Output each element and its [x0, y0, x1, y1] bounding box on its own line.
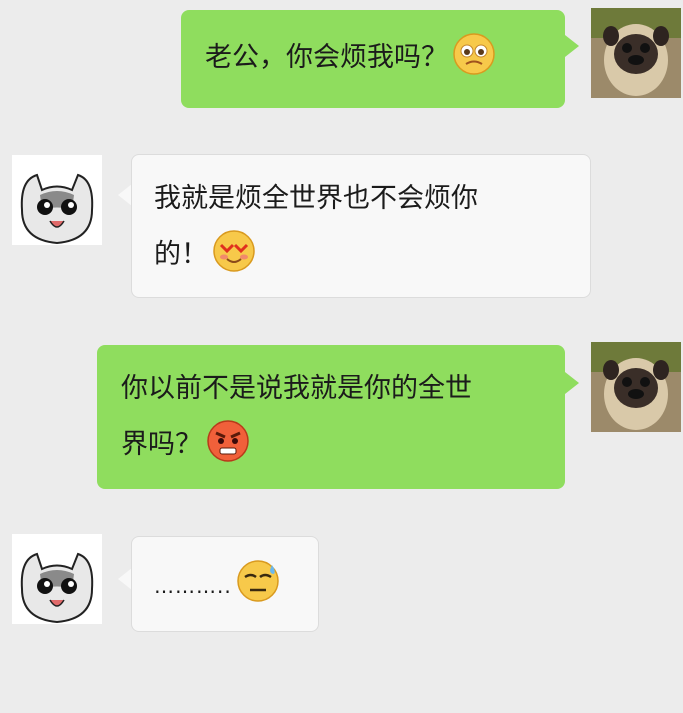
- bubble-tail: [118, 184, 132, 206]
- message-bubble-outgoing[interactable]: 你以前不是说我就是你的全世 界吗？: [97, 345, 565, 489]
- sweat-face-icon: [236, 559, 280, 603]
- pug-avatar[interactable]: [591, 8, 681, 98]
- bubble-tail: [118, 568, 132, 590]
- pug-avatar[interactable]: [591, 342, 681, 432]
- bubble-tail: [565, 372, 579, 394]
- message-bubble-outgoing[interactable]: 老公，你会烦我吗？: [181, 10, 565, 108]
- pleading-face-icon: [452, 32, 496, 76]
- cat-avatar[interactable]: [12, 155, 102, 245]
- message-line: 老公，你会烦我吗？: [205, 42, 448, 73]
- message-line: 界吗？: [121, 417, 565, 473]
- message-bubble-incoming[interactable]: ………..: [131, 536, 319, 632]
- cat-avatar[interactable]: [12, 534, 102, 624]
- message-text: 老公，你会烦我吗？: [205, 30, 565, 86]
- message-line: 的！: [154, 227, 590, 283]
- bubble-tail: [565, 35, 579, 57]
- message-line: 我就是烦全世界也不会烦你: [154, 183, 478, 214]
- message-line: 你以前不是说我就是你的全世: [121, 373, 472, 404]
- message-line: ………..: [154, 557, 318, 614]
- heart-eyes-face-icon: [212, 229, 256, 273]
- angry-face-icon: [206, 419, 250, 463]
- message-bubble-incoming[interactable]: 我就是烦全世界也不会烦你 的！: [131, 154, 591, 298]
